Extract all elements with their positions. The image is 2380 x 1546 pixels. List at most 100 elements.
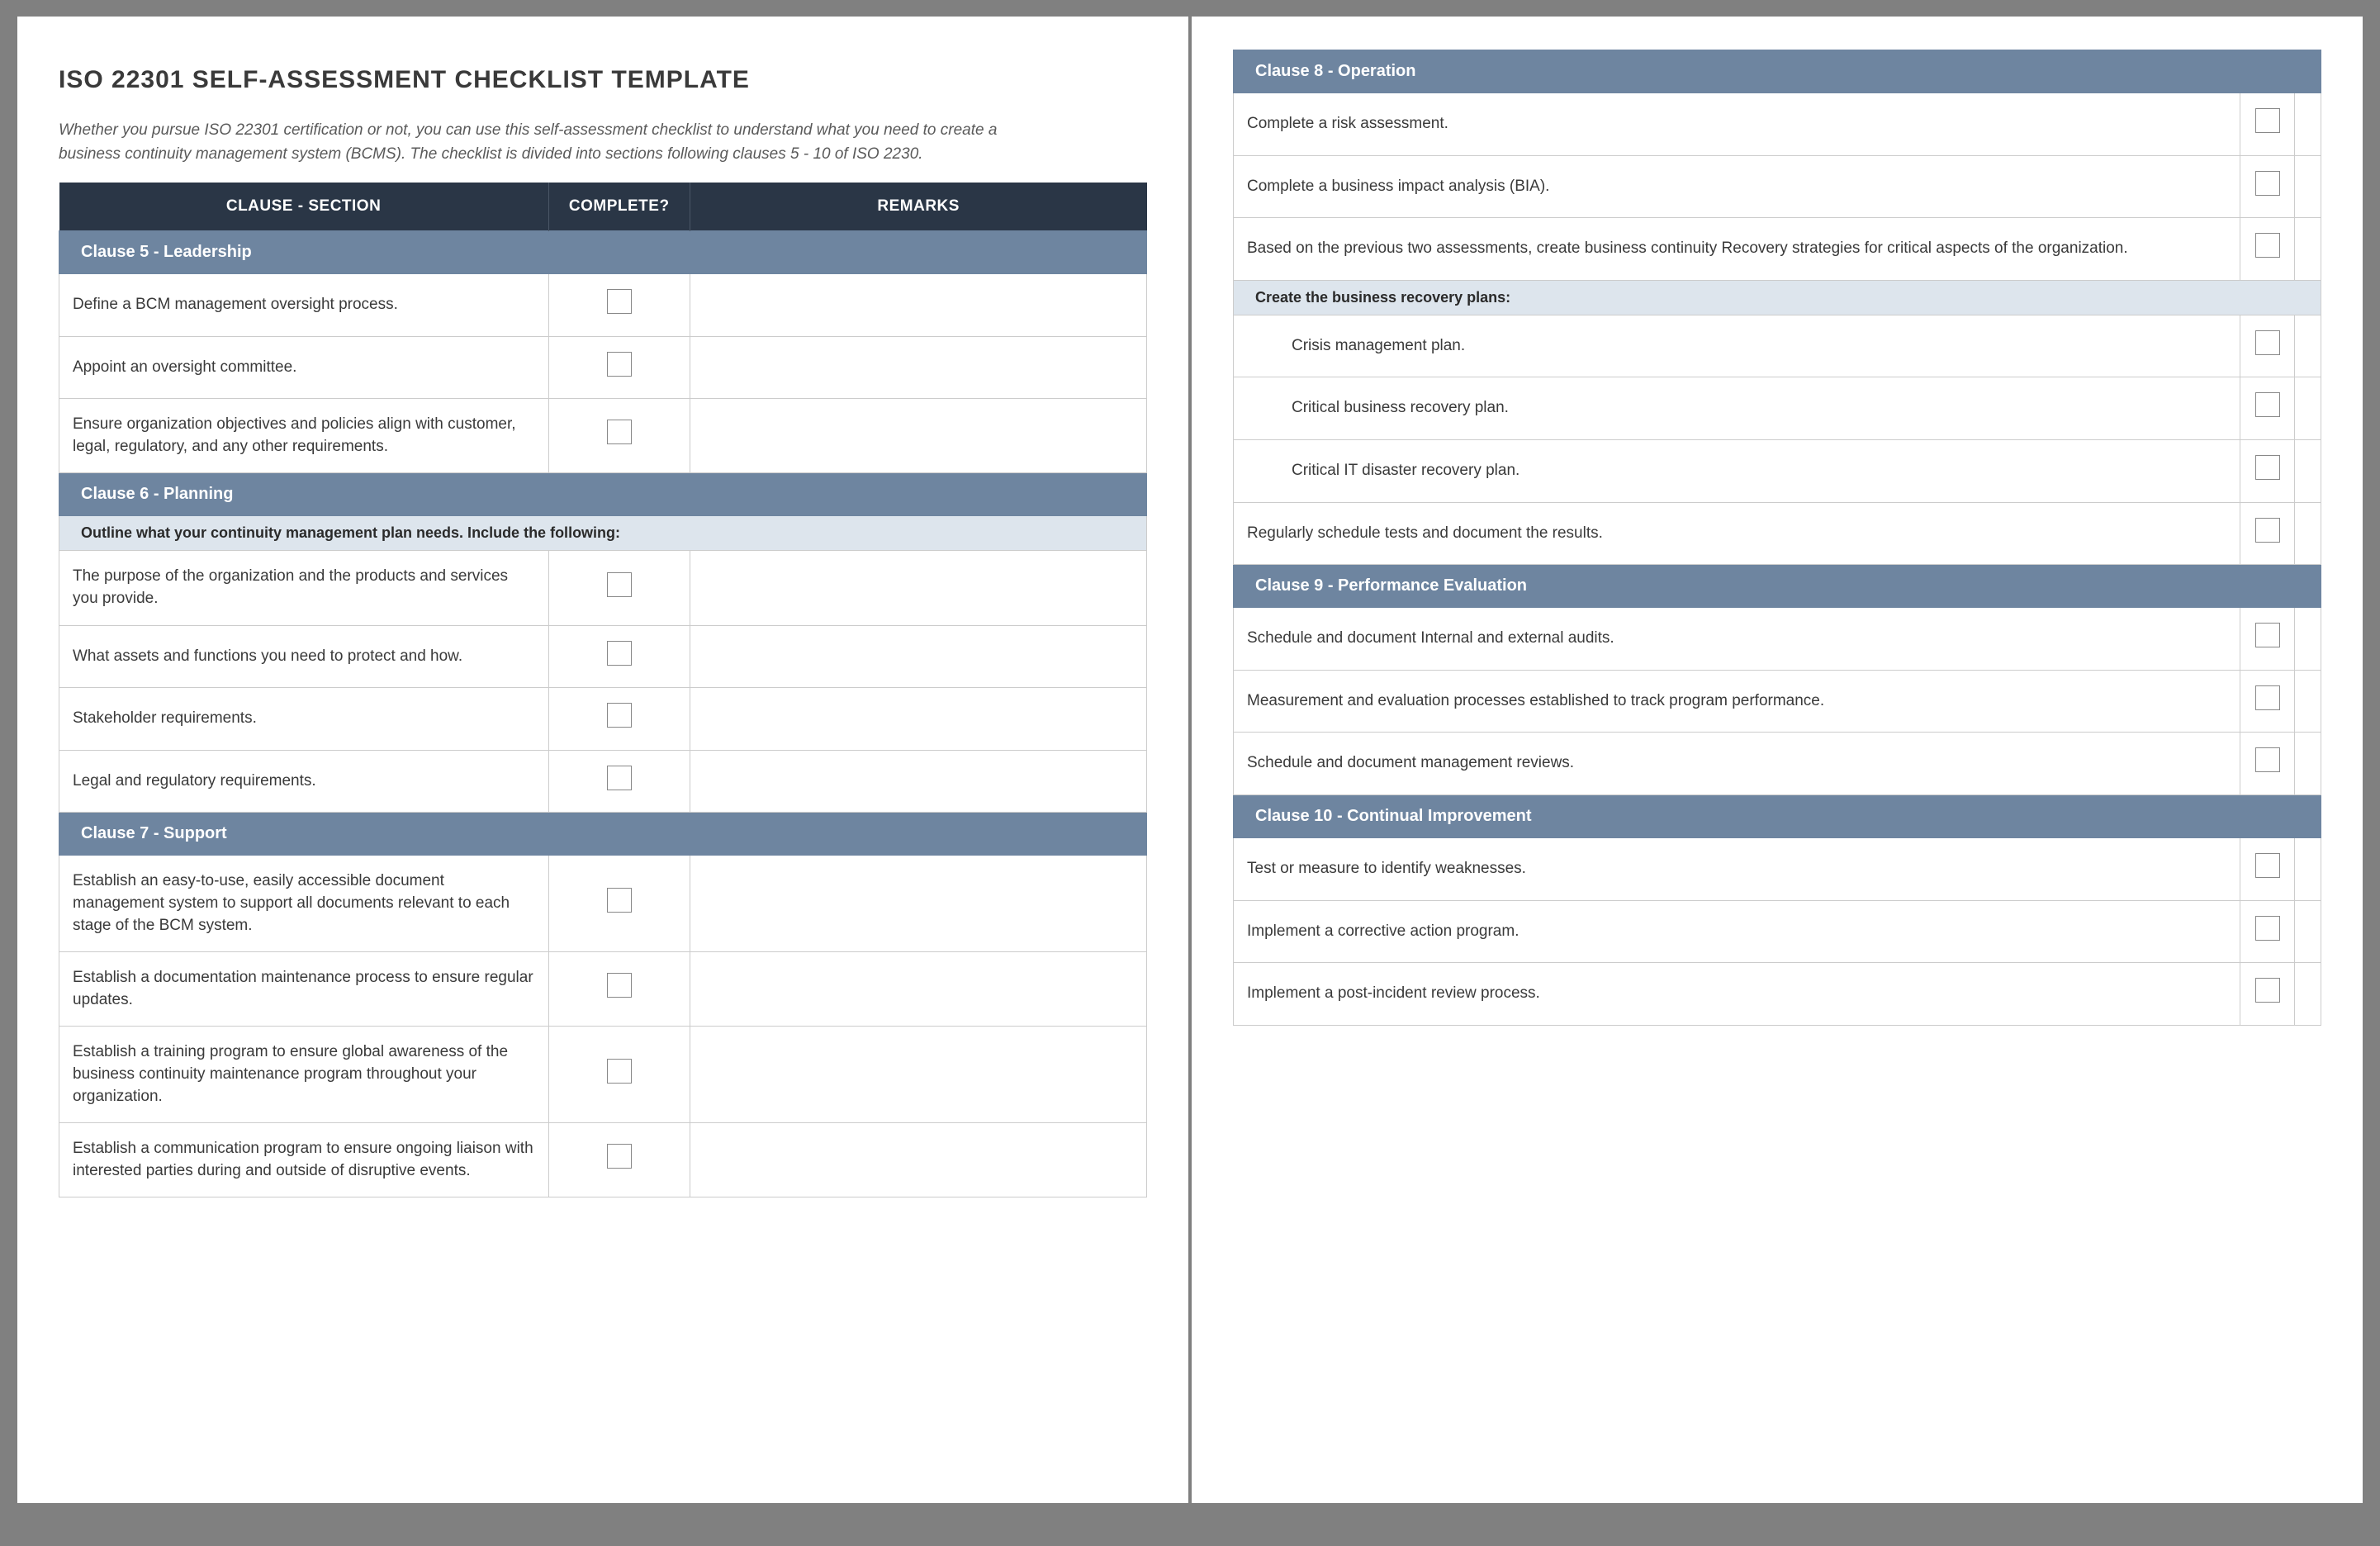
complete-cell: [548, 1123, 690, 1197]
checkbox[interactable]: [2255, 747, 2280, 772]
remarks-cell[interactable]: [690, 551, 1146, 625]
remarks-cell[interactable]: [2294, 837, 2321, 900]
clause-text: Schedule and document Internal and exter…: [1234, 608, 2240, 671]
checkbox[interactable]: [2255, 518, 2280, 543]
remarks-cell[interactable]: [2294, 439, 2321, 502]
checkbox[interactable]: [2255, 685, 2280, 710]
complete-cell: [548, 688, 690, 751]
remarks-cell[interactable]: [2294, 733, 2321, 795]
complete-cell: [548, 750, 690, 813]
table-row: Test or measure to identify weaknesses.: [1234, 837, 2321, 900]
checkbox[interactable]: [607, 703, 632, 728]
checkbox[interactable]: [607, 1059, 632, 1084]
table-row: Stakeholder requirements.: [59, 688, 1147, 751]
checkbox[interactable]: [2255, 455, 2280, 480]
section-label: Clause 6 - Planning: [59, 473, 1147, 516]
complete-cell: [548, 952, 690, 1027]
remarks-cell[interactable]: [2294, 608, 2321, 671]
complete-cell: [548, 336, 690, 399]
checkbox[interactable]: [2255, 233, 2280, 258]
checkbox[interactable]: [607, 1144, 632, 1169]
section-header: Clause 5 - Leadership: [59, 231, 1147, 274]
checkbox[interactable]: [607, 420, 632, 444]
clause-text: The purpose of the organization and the …: [59, 551, 549, 625]
clause-text: Legal and regulatory requirements.: [59, 750, 549, 813]
remarks-cell[interactable]: [2294, 502, 2321, 565]
remarks-cell[interactable]: [690, 856, 1146, 952]
remarks-cell[interactable]: [2294, 900, 2321, 963]
document-spread: ISO 22301 SELF-ASSESSMENT CHECKLIST TEMP…: [17, 17, 2363, 1503]
checkbox[interactable]: [607, 572, 632, 597]
complete-cell: [548, 274, 690, 337]
complete-cell: [548, 551, 690, 625]
table-row: Establish a communication program to ens…: [59, 1123, 1147, 1197]
remarks-cell[interactable]: [690, 1027, 1146, 1123]
remarks-cell[interactable]: [690, 1123, 1146, 1197]
clause-text: What assets and functions you need to pr…: [59, 625, 549, 688]
remarks-cell[interactable]: [2294, 315, 2321, 377]
intro-text: Whether you pursue ISO 22301 certificati…: [59, 119, 1050, 166]
complete-cell: [2240, 218, 2295, 281]
complete-cell: [2240, 502, 2295, 565]
checkbox[interactable]: [2255, 916, 2280, 941]
checkbox[interactable]: [607, 973, 632, 998]
checkbox[interactable]: [2255, 330, 2280, 355]
table-row: Critical IT disaster recovery plan.: [1234, 439, 2321, 502]
checkbox[interactable]: [2255, 978, 2280, 1003]
header-remarks: REMARKS: [690, 183, 1146, 231]
complete-cell: [2240, 377, 2295, 440]
clause-text: Crisis management plan.: [1234, 315, 2240, 377]
remarks-cell[interactable]: [2294, 93, 2321, 156]
checklist-table-right: Clause 8 - OperationComplete a risk asse…: [1233, 50, 2321, 1026]
clause-text: Complete a business impact analysis (BIA…: [1234, 155, 2240, 218]
remarks-cell[interactable]: [690, 336, 1146, 399]
sub-header: Outline what your continuity management …: [59, 516, 1147, 551]
remarks-cell[interactable]: [690, 750, 1146, 813]
clause-text: Appoint an oversight committee.: [59, 336, 549, 399]
remarks-cell[interactable]: [2294, 377, 2321, 440]
remarks-cell[interactable]: [690, 952, 1146, 1027]
checkbox[interactable]: [607, 641, 632, 666]
remarks-cell[interactable]: [2294, 670, 2321, 733]
checkbox[interactable]: [607, 766, 632, 790]
checkbox[interactable]: [2255, 392, 2280, 417]
clause-text: Establish a communication program to ens…: [59, 1123, 549, 1197]
checkbox[interactable]: [2255, 108, 2280, 133]
table-row: Ensure organization objectives and polic…: [59, 399, 1147, 473]
page-left: ISO 22301 SELF-ASSESSMENT CHECKLIST TEMP…: [17, 17, 1188, 1503]
sub-label: Create the business recovery plans:: [1234, 280, 2321, 315]
clause-text: Complete a risk assessment.: [1234, 93, 2240, 156]
checkbox[interactable]: [607, 352, 632, 377]
checkbox[interactable]: [2255, 623, 2280, 647]
section-header: Clause 9 - Performance Evaluation: [1234, 565, 2321, 608]
section-label: Clause 5 - Leadership: [59, 231, 1147, 274]
checkbox[interactable]: [607, 888, 632, 913]
clause-text: Test or measure to identify weaknesses.: [1234, 837, 2240, 900]
checkbox[interactable]: [2255, 171, 2280, 196]
clause-text: Define a BCM management oversight proces…: [59, 274, 549, 337]
remarks-cell[interactable]: [2294, 218, 2321, 281]
table-row: Establish an easy-to-use, easily accessi…: [59, 856, 1147, 952]
remarks-cell[interactable]: [690, 625, 1146, 688]
remarks-cell[interactable]: [690, 274, 1146, 337]
complete-cell: [548, 625, 690, 688]
checkbox[interactable]: [2255, 853, 2280, 878]
complete-cell: [2240, 963, 2295, 1026]
checklist-table-left: CLAUSE - SECTION COMPLETE? REMARKS Claus…: [59, 183, 1147, 1197]
table-row: Measurement and evaluation processes est…: [1234, 670, 2321, 733]
remarks-cell[interactable]: [690, 688, 1146, 751]
clause-text: Implement a corrective action program.: [1234, 900, 2240, 963]
complete-cell: [548, 856, 690, 952]
clause-text: Schedule and document management reviews…: [1234, 733, 2240, 795]
remarks-cell[interactable]: [2294, 155, 2321, 218]
checkbox[interactable]: [607, 289, 632, 314]
table-row: Establish a training program to ensure g…: [59, 1027, 1147, 1123]
table-row: Legal and regulatory requirements.: [59, 750, 1147, 813]
remarks-cell[interactable]: [2294, 963, 2321, 1026]
remarks-cell[interactable]: [690, 399, 1146, 473]
table-row: The purpose of the organization and the …: [59, 551, 1147, 625]
table-row: Schedule and document management reviews…: [1234, 733, 2321, 795]
section-label: Clause 10 - Continual Improvement: [1234, 794, 2321, 837]
complete-cell: [2240, 93, 2295, 156]
section-label: Clause 8 - Operation: [1234, 50, 2321, 93]
